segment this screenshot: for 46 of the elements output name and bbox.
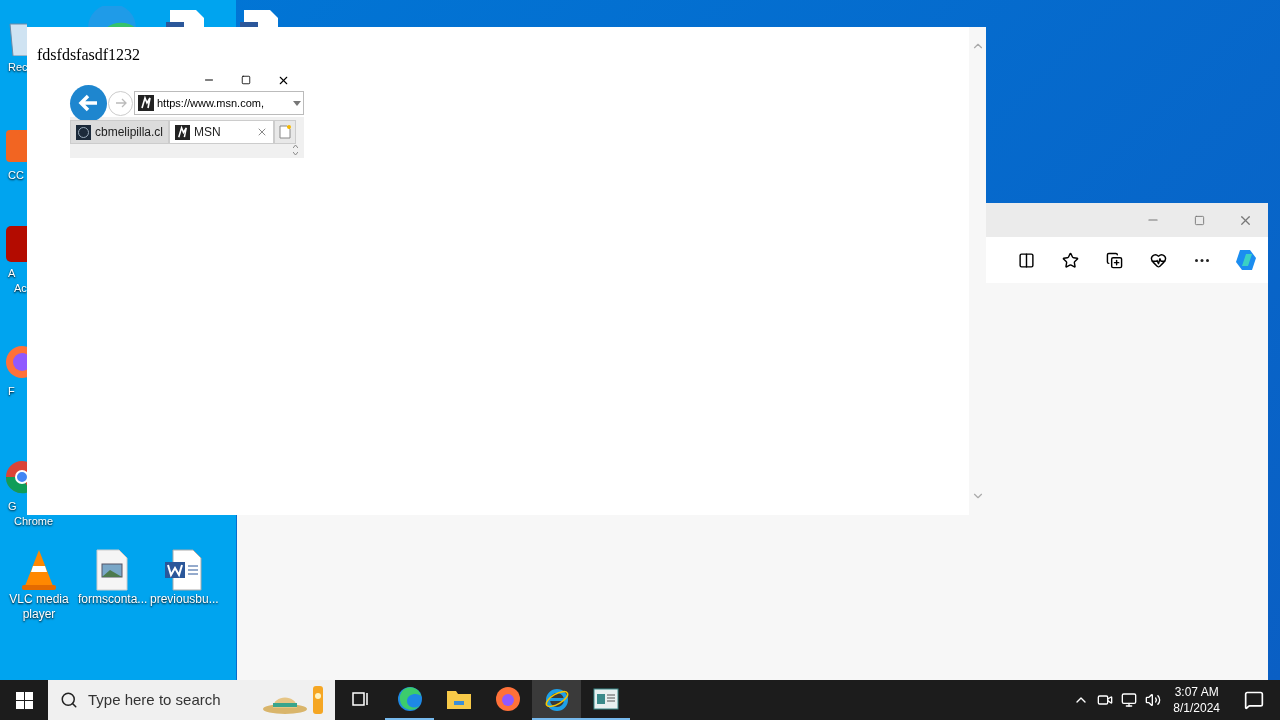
scroll-arrows-icon[interactable]: [293, 144, 298, 156]
desktop-icon-label[interactable]: CC: [8, 168, 24, 183]
msn-icon: [175, 124, 191, 140]
tab-label: MSN: [194, 124, 221, 141]
clock[interactable]: 3:07 AM 8/1/2024: [1169, 684, 1224, 716]
window-app-icon: [592, 688, 619, 710]
notifications-icon[interactable]: [1244, 690, 1264, 710]
copilot-icon[interactable]: [1234, 248, 1258, 272]
camera-icon[interactable]: [1097, 692, 1114, 708]
maximize-icon: [1193, 214, 1205, 226]
desktop-icon-label[interactable]: A: [8, 266, 16, 281]
tab-label: cbmelipilla.cl: [95, 124, 164, 141]
maximize-icon[interactable]: [241, 75, 251, 85]
new-page-icon: [279, 125, 292, 139]
desktop-icon-label[interactable]: previousbu...: [150, 592, 216, 607]
internet-explorer-icon: [543, 686, 570, 712]
search-field[interactable]: Type here to search: [48, 680, 335, 720]
traffic-cone-icon: [19, 548, 59, 592]
arrow-right-icon: [113, 96, 128, 110]
edge-icon: [86, 6, 138, 28]
page-heading: fdsfdsfasdf1232: [37, 45, 141, 65]
search-placeholder: Type here to search: [88, 689, 221, 710]
desktop-icon-label[interactable]: VLC media player: [6, 592, 72, 622]
arrow-left-icon: [77, 92, 100, 114]
desktop-icon-label[interactable]: F: [8, 384, 15, 399]
desktop-icon-label[interactable]: Ac: [14, 281, 27, 296]
task-view-icon: [350, 689, 371, 709]
site-logo-icon: [76, 124, 91, 140]
more-icon: [1195, 258, 1209, 262]
taskbar-app-button[interactable]: [532, 680, 581, 720]
search-icon: [60, 691, 78, 709]
browser-tab[interactable]: cbmelipilla.cl: [70, 120, 170, 144]
volume-icon[interactable]: [1145, 692, 1162, 708]
address-text: https://www.msn.com,: [157, 95, 264, 111]
msn-icon: [138, 95, 154, 111]
windows-logo-icon: [15, 691, 33, 709]
edge-icon: [396, 686, 423, 712]
desktop-icon-label[interactable]: G: [8, 499, 17, 514]
dropdown-caret-icon[interactable]: [293, 100, 301, 106]
desktop-icon-label[interactable]: Rec: [8, 60, 28, 75]
browser-tab[interactable]: MSN: [169, 120, 275, 144]
address-field[interactable]: https://www.msn.com,: [134, 91, 304, 115]
word-document-icon: [163, 548, 203, 592]
desktop-icon-label[interactable]: Chrome: [14, 514, 54, 529]
firefox-icon: [494, 686, 521, 712]
network-icon[interactable]: [1121, 692, 1138, 708]
